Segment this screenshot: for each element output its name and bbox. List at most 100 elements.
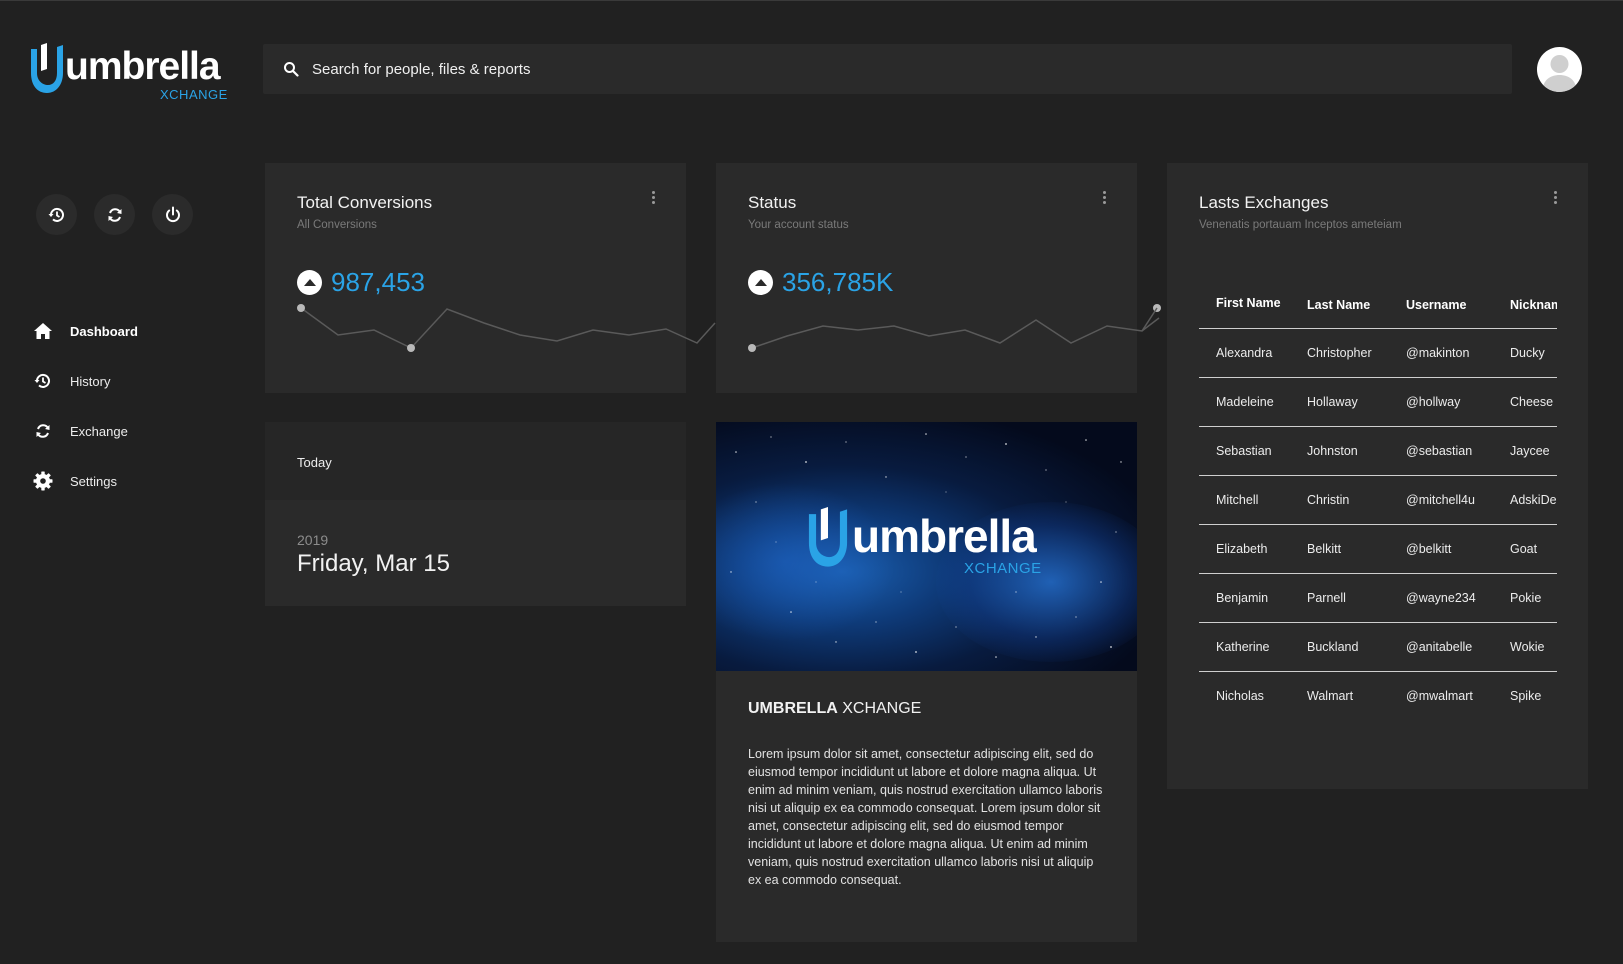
cell-nickname: Goat bbox=[1493, 524, 1557, 574]
table-row[interactable]: Alexandra Christopher @makinton Ducky bbox=[1199, 328, 1557, 378]
promo-heading-bold: UMBRELLA bbox=[748, 700, 838, 717]
cell-last-name: Walmart bbox=[1307, 688, 1354, 703]
sidebar-item-history[interactable]: History bbox=[32, 356, 232, 406]
hero-image: umbrella XCHANGE bbox=[716, 422, 1137, 671]
sidebar-item-exchange[interactable]: Exchange bbox=[32, 406, 232, 456]
exchange-icon bbox=[32, 420, 54, 442]
more-options-icon[interactable] bbox=[1552, 191, 1558, 207]
cell-username: @wayne234 bbox=[1389, 573, 1493, 623]
status-value: 356,785K bbox=[782, 267, 894, 297]
exchanges-card: Lasts Exchanges Venenatis portauam Incep… bbox=[1167, 163, 1588, 789]
cell-nickname: Jaycee bbox=[1493, 426, 1557, 476]
card-title: Total Conversions bbox=[297, 193, 433, 212]
cell-first-name: Sebastian bbox=[1199, 426, 1290, 476]
table-row[interactable]: Mitchell Christin @mitchell4u AdskiDeer bbox=[1199, 475, 1557, 525]
column-header[interactable]: Last Name bbox=[1290, 269, 1389, 329]
cell-first-name: Mitchell bbox=[1199, 475, 1290, 525]
conversions-card: Total Conversions All Conversions 987,45… bbox=[265, 163, 716, 393]
sidebar-item-settings[interactable]: Settings bbox=[32, 456, 232, 506]
home-icon bbox=[32, 320, 54, 342]
status-card: Status Your account status 356,785K bbox=[716, 163, 1161, 393]
table-row[interactable]: Benjamin Parnell @wayne234 Pokie bbox=[1199, 573, 1557, 623]
card-subtitle: Your account status bbox=[748, 219, 849, 231]
cell-last-name: Belkitt bbox=[1290, 524, 1389, 574]
sidebar-item-dashboard[interactable]: Dashboard bbox=[32, 306, 232, 356]
history-button[interactable] bbox=[36, 194, 77, 235]
sidebar-nav: Dashboard History Exchange Settings bbox=[32, 306, 232, 506]
cell-last-name: Christopher bbox=[1290, 328, 1389, 378]
avatar[interactable] bbox=[1537, 47, 1582, 92]
hero-logo: umbrella XCHANGE bbox=[804, 507, 1064, 577]
cell-username: @hollway bbox=[1389, 377, 1493, 427]
search-input[interactable] bbox=[312, 60, 1412, 78]
column-header[interactable]: Username bbox=[1389, 269, 1493, 329]
cell-first-name: Nicholas bbox=[1216, 688, 1264, 703]
history-icon bbox=[32, 370, 54, 392]
brand-suffix: XCHANGE bbox=[160, 87, 228, 102]
cell-username: @mwalmart bbox=[1406, 688, 1473, 703]
cell-nickname: AdskiDeer bbox=[1493, 475, 1557, 525]
refresh-icon bbox=[108, 207, 121, 222]
cell-nickname: Pokie bbox=[1493, 573, 1557, 623]
hero-brand-suffix: XCHANGE bbox=[964, 560, 1042, 577]
cell-last-name: Buckland bbox=[1290, 622, 1389, 672]
table-row[interactable]: Katherine Buckland @anitabelle Wokie bbox=[1199, 622, 1557, 672]
sidebar-item-label: Exchange bbox=[70, 423, 128, 439]
cell-username: @belkitt bbox=[1389, 524, 1493, 574]
promo-body: Lorem ipsum dolor sit amet, consectetur … bbox=[748, 747, 1103, 887]
conversions-value: 987,453 bbox=[331, 267, 425, 297]
cell-nickname: Spike bbox=[1510, 688, 1542, 703]
exchanges-table: First Name Last Name Username Nickname A… bbox=[1199, 269, 1557, 720]
power-button[interactable] bbox=[152, 194, 193, 235]
search-bar[interactable] bbox=[263, 44, 1512, 94]
table-row[interactable]: Elizabeth Belkitt @belkitt Goat bbox=[1199, 524, 1557, 574]
table-row[interactable]: Nicholas Walmart @mwalmart Spike bbox=[1199, 671, 1557, 720]
cell-last-name: Parnell bbox=[1290, 573, 1389, 623]
card-subtitle: Venenatis portauam Inceptos ameteiam bbox=[1199, 219, 1402, 231]
card-title: Status bbox=[748, 193, 797, 212]
column-header[interactable]: Nickname bbox=[1493, 269, 1557, 329]
umbrella-logo-icon bbox=[808, 507, 848, 567]
status-sparkline bbox=[748, 304, 1161, 352]
cell-username: @anitabelle bbox=[1389, 622, 1493, 672]
history-icon bbox=[48, 207, 64, 222]
sidebar-item-label: History bbox=[70, 373, 111, 389]
more-options-icon[interactable] bbox=[1101, 191, 1107, 207]
promo-heading-rest: XCHANGE bbox=[837, 700, 922, 717]
promo-card: umbrella XCHANGE UMBRELLA XCHANGE Lorem … bbox=[716, 422, 1137, 942]
cell-first-name: Madeleine bbox=[1199, 377, 1290, 427]
cell-last-name: Johnston bbox=[1290, 426, 1389, 476]
status-metric: 356,785K bbox=[748, 267, 893, 298]
more-options-icon[interactable] bbox=[650, 191, 656, 207]
cell-nickname: Ducky bbox=[1493, 328, 1557, 378]
table-row[interactable]: Sebastian Johnston @sebastian Jaycee bbox=[1199, 426, 1557, 476]
cell-last-name: Christin bbox=[1290, 475, 1389, 525]
refresh-button[interactable] bbox=[94, 194, 135, 235]
brand-logo[interactable]: umbrella XCHANGE bbox=[27, 43, 227, 103]
cell-first-name: Katherine bbox=[1199, 622, 1290, 672]
cell-first-name: Elizabeth bbox=[1199, 524, 1290, 574]
card-title: Lasts Exchanges bbox=[1199, 193, 1329, 212]
cell-last-name: Hollaway bbox=[1290, 377, 1389, 427]
today-header: Today bbox=[265, 422, 686, 500]
date-display: Friday, Mar 15 bbox=[297, 550, 450, 577]
sidebar-item-label: Dashboard bbox=[70, 323, 138, 339]
sidebar-item-label: Settings bbox=[70, 473, 117, 489]
search-icon bbox=[281, 59, 301, 79]
table-row[interactable]: Madeleine Hollaway @hollway Cheese bbox=[1199, 377, 1557, 427]
power-icon bbox=[165, 206, 180, 222]
cell-first-name: Alexandra bbox=[1199, 328, 1290, 378]
hero-brand-name: umbrella bbox=[852, 510, 1037, 562]
date-year: 2019 bbox=[297, 532, 329, 548]
cell-username: @sebastian bbox=[1389, 426, 1493, 476]
conversions-sparkline bbox=[297, 304, 716, 352]
quick-actions bbox=[36, 194, 193, 235]
today-label: Today bbox=[297, 455, 332, 470]
cell-username: @makinton bbox=[1389, 328, 1493, 378]
brand-name: umbrella bbox=[65, 45, 221, 88]
umbrella-logo-icon bbox=[31, 43, 63, 93]
cell-username: @mitchell4u bbox=[1389, 475, 1493, 525]
promo-heading: UMBRELLA XCHANGE bbox=[748, 700, 921, 718]
column-header[interactable]: First Name bbox=[1199, 269, 1290, 329]
today-card: Today 2019 Friday, Mar 15 bbox=[265, 422, 686, 606]
